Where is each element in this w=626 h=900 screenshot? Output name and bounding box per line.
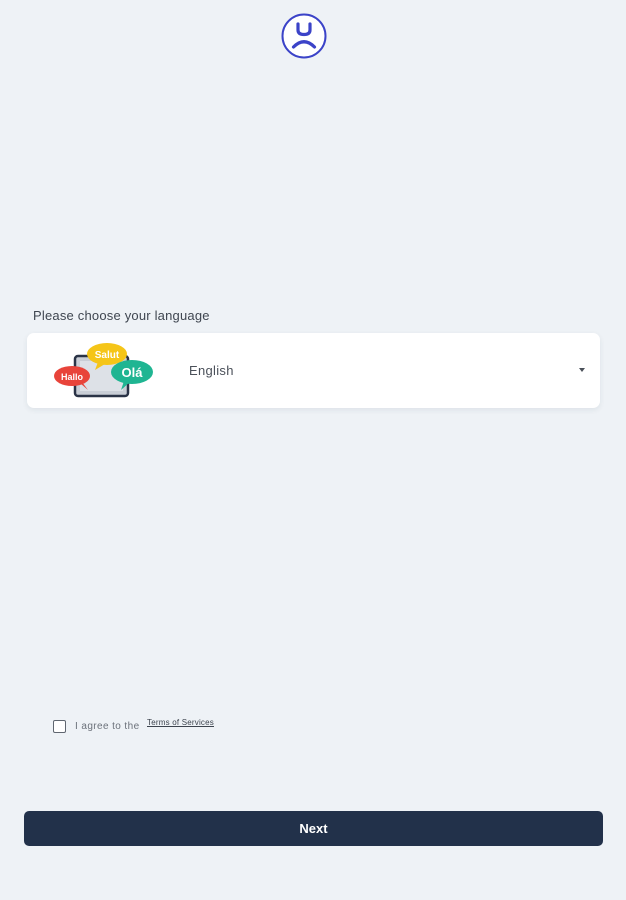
language-label: Please choose your language <box>33 308 210 323</box>
chevron-down-icon[interactable] <box>579 368 585 372</box>
language-speech-bubbles-icon: Salut Hallo Olá <box>52 342 157 400</box>
bubble-ola-text: Olá <box>122 365 144 380</box>
bubble-salut-text: Salut <box>95 350 120 361</box>
terms-of-services-link[interactable]: Terms of Services <box>147 718 214 727</box>
bubble-hallo-text: Hallo <box>61 372 84 382</box>
language-select[interactable]: Salut Hallo Olá English <box>27 333 600 408</box>
terms-checkbox[interactable] <box>53 720 66 733</box>
app-logo-face-icon <box>281 13 327 59</box>
next-button[interactable]: Next <box>24 811 603 846</box>
app-logo-icon <box>281 13 327 59</box>
language-selected-value: English <box>189 363 234 378</box>
terms-text: I agree to the <box>75 721 140 732</box>
